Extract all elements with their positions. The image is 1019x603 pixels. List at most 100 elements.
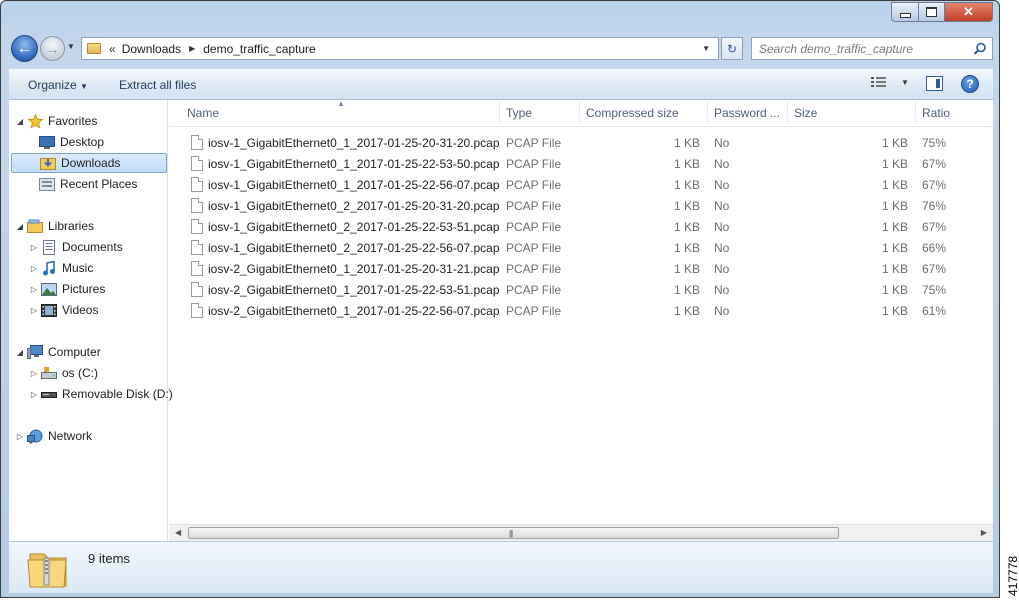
file-size: 1 KB (881, 220, 908, 234)
breadcrumb-separator-icon[interactable]: ▶ (189, 44, 195, 53)
details-pane: 9 items (9, 541, 993, 593)
file-row[interactable]: iosv-1_GigabitEthernet0_1_2017-01-25-20-… (169, 133, 993, 154)
minimize-button[interactable] (891, 2, 918, 22)
scroll-right-icon[interactable]: ▶ (981, 528, 987, 537)
file-row[interactable]: iosv-2_GigabitEthernet0_1_2017-01-25-20-… (169, 259, 993, 280)
nav-favorites[interactable]: ◢ Favorites (15, 111, 97, 131)
address-dropdown-icon[interactable]: ▼ (702, 44, 710, 53)
search-icon[interactable] (971, 42, 989, 56)
column-divider[interactable] (499, 100, 500, 124)
search-input[interactable] (752, 40, 971, 57)
nav-downloads[interactable]: Downloads (11, 153, 167, 173)
expanded-arrow-icon[interactable]: ◢ (15, 222, 25, 231)
file-row[interactable]: iosv-1_GigabitEthernet0_2_2017-01-25-20-… (169, 196, 993, 217)
change-view-button[interactable]: ▼ (871, 76, 909, 88)
column-divider[interactable] (707, 100, 708, 124)
file-ratio: 67% (922, 178, 947, 192)
column-password[interactable]: Password ... (714, 106, 780, 120)
file-ratio: 67% (922, 220, 947, 234)
collapsed-arrow-icon[interactable]: ▷ (29, 285, 39, 294)
nav-videos-label: Videos (62, 303, 99, 317)
refresh-button[interactable]: ↻ (721, 37, 743, 60)
help-icon[interactable]: ? (961, 75, 979, 93)
file-compressed: 1 KB (673, 220, 700, 234)
scrollbar-thumb[interactable]: ||| (188, 527, 839, 539)
column-divider[interactable] (787, 100, 788, 124)
column-name[interactable]: Name (187, 106, 219, 120)
nav-desktop[interactable]: Desktop (39, 132, 104, 152)
nav-music-label: Music (62, 261, 94, 275)
collapsed-arrow-icon[interactable]: ▷ (15, 432, 25, 441)
expanded-arrow-icon[interactable]: ◢ (15, 348, 25, 357)
forward-arrow-icon: → (45, 40, 60, 57)
file-row[interactable]: iosv-1_GigabitEthernet0_2_2017-01-25-22-… (169, 217, 993, 238)
collapsed-arrow-icon[interactable]: ▷ (29, 390, 39, 399)
collapsed-arrow-icon[interactable]: ▷ (29, 264, 39, 273)
sort-ascending-icon: ▲ (337, 100, 345, 108)
nav-removable-disk[interactable]: ▷ Removable Disk (D:) (29, 384, 173, 404)
file-size: 1 KB (881, 262, 908, 276)
expanded-arrow-icon[interactable]: ◢ (15, 117, 25, 126)
file-row[interactable]: iosv-2_GigabitEthernet0_1_2017-01-25-22-… (169, 301, 993, 322)
item-count: 9 items (88, 551, 130, 566)
file-size: 1 KB (881, 283, 908, 297)
column-ratio[interactable]: Ratio (922, 106, 950, 120)
horizontal-scrollbar[interactable]: ◀ ||| ▶ (169, 524, 993, 541)
folder-icon (87, 43, 101, 54)
column-divider[interactable] (579, 100, 580, 124)
file-name: iosv-2_GigabitEthernet0_1_2017-01-25-22-… (208, 283, 500, 297)
pcap-file-icon (191, 198, 203, 213)
organize-button[interactable]: Organize ▼ (28, 78, 88, 92)
search-box[interactable] (751, 37, 993, 60)
nav-desktop-label: Desktop (60, 135, 105, 149)
breadcrumb-demo-traffic-capture[interactable]: demo_traffic_capture (203, 42, 316, 56)
chevron-down-icon[interactable]: ▼ (901, 78, 909, 87)
nav-recent-places[interactable]: Recent Places (39, 174, 137, 194)
figure-code: 417778 (1006, 555, 1019, 596)
breadcrumb-overflow[interactable]: « (109, 42, 116, 56)
nav-pictures[interactable]: ▷ Pictures (29, 279, 105, 299)
back-button[interactable]: ← (11, 35, 38, 62)
file-row[interactable]: iosv-1_GigabitEthernet0_1_2017-01-25-22-… (169, 175, 993, 196)
nav-videos[interactable]: ▷ Videos (29, 300, 99, 320)
file-row[interactable]: iosv-1_GigabitEthernet0_1_2017-01-25-22-… (169, 154, 993, 175)
grip-icon: ||| (509, 529, 513, 538)
nav-favorites-label: Favorites (48, 114, 98, 128)
file-password: No (714, 157, 730, 171)
nav-libraries[interactable]: ◢ Libraries (15, 216, 94, 236)
file-size: 1 KB (881, 157, 908, 171)
forward-button[interactable]: → (40, 36, 65, 61)
close-button[interactable]: ✕ (945, 2, 993, 22)
file-name: iosv-2_GigabitEthernet0_1_2017-01-25-22-… (208, 304, 500, 318)
file-size: 1 KB (881, 178, 908, 192)
breadcrumb-downloads[interactable]: Downloads (122, 42, 181, 56)
column-header: ▲ Name Type Compressed size Password ...… (169, 100, 993, 127)
address-bar[interactable]: « Downloads ▶ demo_traffic_capture ▼ (81, 37, 719, 60)
collapsed-arrow-icon[interactable]: ▷ (29, 369, 39, 378)
collapsed-arrow-icon[interactable]: ▷ (29, 306, 39, 315)
nav-music[interactable]: ▷ Music (29, 258, 93, 278)
preview-pane-icon[interactable] (926, 76, 943, 91)
file-row[interactable]: iosv-1_GigabitEthernet0_2_2017-01-25-22-… (169, 238, 993, 259)
scroll-left-icon[interactable]: ◀ (175, 528, 181, 537)
maximize-button[interactable] (918, 2, 945, 22)
column-divider[interactable] (915, 100, 916, 124)
file-size: 1 KB (881, 241, 908, 255)
file-compressed: 1 KB (673, 262, 700, 276)
extract-all-files-button[interactable]: Extract all files (119, 78, 196, 92)
collapsed-arrow-icon[interactable]: ▷ (29, 243, 39, 252)
column-compressed-size[interactable]: Compressed size (586, 106, 679, 120)
file-row[interactable]: iosv-2_GigabitEthernet0_1_2017-01-25-22-… (169, 280, 993, 301)
column-size[interactable]: Size (794, 106, 817, 120)
navigation-pane: ◢ Favorites Desktop Downloads Recent Pla… (9, 100, 173, 541)
file-password: No (714, 241, 730, 255)
details-view-icon (871, 77, 886, 87)
chevron-down-icon: ▼ (80, 82, 88, 91)
nav-os-drive-label: os (C:) (62, 366, 98, 380)
nav-documents[interactable]: ▷ Documents (29, 237, 123, 257)
nav-network[interactable]: ▷ Network (15, 426, 92, 446)
nav-computer[interactable]: ◢ Computer (15, 342, 101, 362)
column-type[interactable]: Type (506, 106, 532, 120)
recent-pages-button[interactable]: ▼ (67, 42, 75, 51)
nav-os-drive[interactable]: ▷ os (C:) (29, 363, 98, 383)
